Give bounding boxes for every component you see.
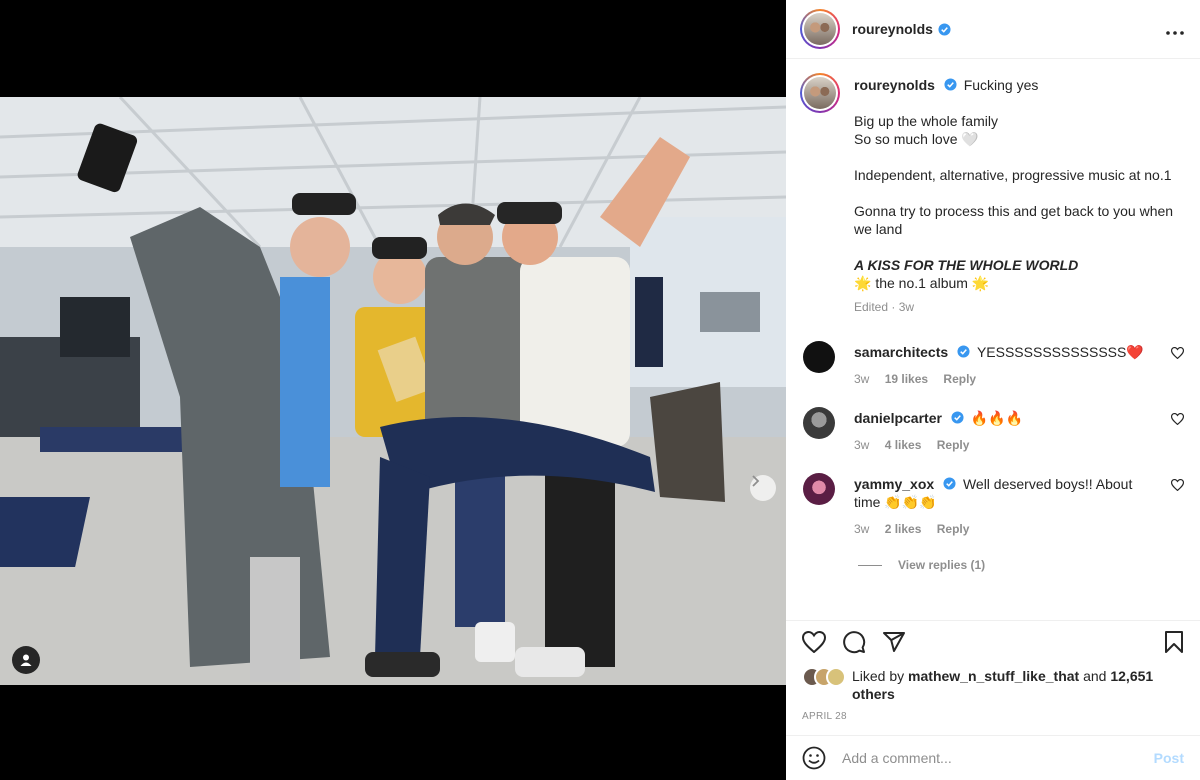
post-date[interactable]: APRIL 28: [802, 711, 1184, 722]
author-username[interactable]: roureynolds: [852, 21, 933, 37]
caption: roureynolds Fucking yes Big up the whole…: [800, 60, 1186, 316]
heart-icon[interactable]: [1171, 413, 1184, 425]
caption-meta: Edited · 3w: [854, 300, 915, 314]
comment-item: yammy_xox Well deserved boys!! About tim…: [800, 473, 1186, 538]
likes-summary: Liked by mathew_n_stuff_like_that and 12…: [802, 667, 1184, 703]
caption-username[interactable]: roureynolds: [854, 77, 935, 93]
comment-time: 3w: [854, 372, 870, 386]
comment-text: 🔥🔥🔥: [970, 410, 1024, 426]
liker-username[interactable]: mathew_n_stuff_like_that: [908, 668, 1079, 684]
next-photo-button[interactable]: [750, 475, 776, 501]
reply-button[interactable]: Reply: [937, 438, 970, 452]
caption-line: So so much love 🤍: [854, 131, 979, 147]
more-options-button[interactable]: [1166, 19, 1184, 40]
caption-line: Independent, alternative, progressive mu…: [854, 167, 1172, 183]
bookmark-icon: [1165, 631, 1183, 653]
like-button[interactable]: [802, 631, 826, 653]
verified-badge-icon: [957, 345, 970, 358]
comments-list[interactable]: roureynolds Fucking yes Big up the whole…: [786, 60, 1200, 620]
comment-item: samarchitects YESSSSSSSSSSSSSS❤️ 3w 19 l…: [800, 341, 1186, 388]
verified-badge-icon: [938, 22, 951, 36]
comment-username[interactable]: yammy_xox: [854, 476, 934, 492]
comment-time: 3w: [854, 522, 870, 536]
likes-prefix: Liked by: [852, 668, 909, 684]
caption-line: Big up the whole family: [854, 113, 998, 129]
reply-button[interactable]: Reply: [943, 372, 976, 386]
caption-album-line: 🌟 the no.1 album 🌟: [854, 275, 990, 291]
caption-avatar[interactable]: [800, 73, 840, 113]
verified-badge-icon: [943, 477, 956, 490]
verified-badge-icon: [944, 78, 957, 91]
verified-badge-icon: [951, 411, 964, 424]
caption-album-title: A KISS FOR THE WHOLE WORLD: [854, 257, 1079, 273]
user-tag-icon: [20, 654, 32, 666]
comment-likes[interactable]: 4 likes: [885, 438, 922, 452]
comment-username[interactable]: samarchitects: [854, 344, 948, 360]
comment-likes[interactable]: 19 likes: [885, 372, 928, 386]
post-photo[interactable]: [0, 97, 786, 685]
view-replies-button[interactable]: View replies (1): [858, 558, 1186, 572]
media-panel: [0, 0, 786, 780]
comment-text: YESSSSSSSSSSSSSS❤️: [976, 344, 1144, 360]
post-photo-illustration: [0, 97, 786, 685]
replies-divider: [858, 564, 882, 566]
caption-first-line: Fucking yes: [963, 77, 1039, 93]
comment-likes[interactable]: 2 likes: [885, 522, 922, 536]
comment-username[interactable]: danielpcarter: [854, 410, 942, 426]
comment-input[interactable]: Add a comment...: [842, 750, 952, 766]
comment-avatar[interactable]: [803, 473, 835, 505]
comment-time: 3w: [854, 438, 870, 452]
heart-icon[interactable]: [1171, 347, 1184, 359]
comment-avatar[interactable]: [803, 407, 835, 439]
more-options-icon: [1166, 30, 1184, 35]
heart-icon[interactable]: [1171, 479, 1184, 491]
comment-item: danielpcarter 🔥🔥🔥 3w 4 likes Reply: [800, 407, 1186, 454]
add-comment-bar: Add a comment... Post: [786, 735, 1200, 780]
comment-icon: [843, 631, 866, 654]
chevron-right-icon: [752, 475, 760, 487]
emoji-button[interactable]: [802, 746, 826, 770]
save-button[interactable]: [1164, 630, 1184, 654]
share-button[interactable]: [882, 630, 906, 654]
share-icon: [883, 632, 905, 652]
post-actions: Liked by mathew_n_stuff_like_that and 12…: [786, 620, 1200, 722]
emoji-icon: [802, 746, 826, 770]
heart-icon: [802, 631, 826, 653]
view-replies-label: View replies (1): [898, 558, 986, 572]
reply-button[interactable]: Reply: [937, 522, 970, 536]
post-side-panel: roureynolds roureynolds Fucking yes Big …: [786, 0, 1200, 780]
likes-middle: and: [1079, 668, 1111, 684]
caption-line: Gonna try to process this and get back t…: [854, 203, 1174, 237]
comment-button[interactable]: [842, 630, 866, 654]
comment-avatar[interactable]: [803, 341, 835, 373]
author-avatar[interactable]: [800, 9, 840, 49]
post-header: roureynolds: [786, 0, 1200, 59]
liker-avatars: [802, 667, 846, 687]
user-tags-button[interactable]: [12, 646, 40, 674]
post-comment-button[interactable]: Post: [1154, 750, 1184, 766]
